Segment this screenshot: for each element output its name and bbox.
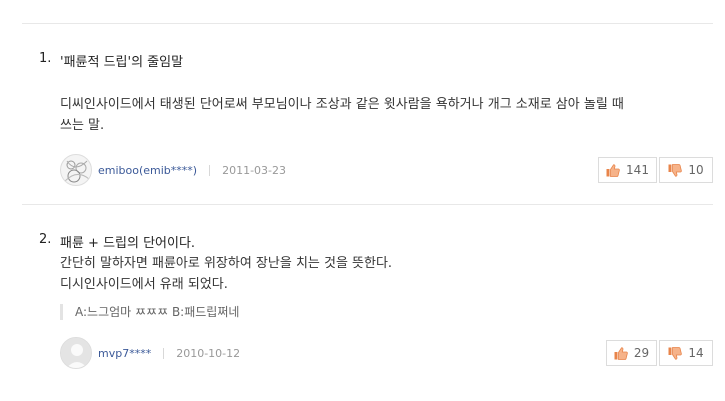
like-button[interactable]: 141 — [598, 157, 657, 183]
author-name[interactable]: mvp7**** — [98, 347, 151, 360]
author-name[interactable]: emiboo(emib****) — [98, 164, 197, 177]
dislike-count: 10 — [688, 163, 704, 177]
body-line: 간단히 말하자면 패륜아로 위장하여 장난을 치는 것을 뜻한다. — [60, 256, 393, 271]
post-date: 2010-10-12 — [176, 346, 241, 360]
thumbs-down-icon — [668, 163, 683, 177]
body-line: 디씨인사이드에서 태생된 단어로써 부모님이나 조상과 같은 윗사람을 욕하거나… — [60, 97, 624, 112]
avatar-image — [64, 160, 90, 183]
entry-meta: emiboo(emib****) 2011-03-23 — [60, 154, 286, 186]
thumbs-down-icon — [668, 346, 683, 360]
avatar[interactable] — [60, 154, 92, 186]
thumbs-up-icon — [606, 163, 620, 177]
entry-body: 간단히 말하자면 패륜아로 위장하여 장난을 치는 것을 뜻한다. 디시인사이드… — [60, 253, 710, 295]
default-avatar-icon — [61, 338, 91, 368]
entry-meta: mvp7**** 2010-10-12 — [60, 337, 240, 369]
dislike-count: 14 — [688, 346, 704, 360]
like-button[interactable]: 29 — [606, 340, 657, 366]
meta-separator — [209, 164, 211, 176]
post-date: 2011-03-23 — [222, 163, 287, 177]
entry-number: 1. — [39, 51, 52, 66]
thumbs-up-icon — [614, 346, 628, 360]
avatar[interactable] — [60, 337, 92, 369]
like-count: 141 — [626, 163, 649, 177]
like-count: 29 — [633, 346, 650, 360]
body-line: 디시인사이드에서 유래 되었다. — [60, 277, 228, 292]
entry-number: 2. — [39, 232, 52, 247]
entry-body: 디씨인사이드에서 태생된 단어로써 부모님이나 조상과 같은 윗사람을 욕하거나… — [60, 94, 710, 136]
dislike-button[interactable]: 10 — [659, 157, 713, 183]
entry-title: 패륜 + 드립의 단어이다. — [60, 236, 196, 251]
meta-separator — [163, 347, 165, 359]
body-line: 쓰는 말. — [60, 118, 105, 133]
example-quote: A:느그엄마 ㅉㅉㅉ B:패드립쩌네 — [60, 304, 239, 320]
top-divider — [22, 23, 713, 24]
entry-title: '패륜적 드립'의 줄임말 — [60, 55, 184, 70]
entry-divider — [22, 204, 713, 205]
dislike-button[interactable]: 14 — [659, 340, 713, 366]
